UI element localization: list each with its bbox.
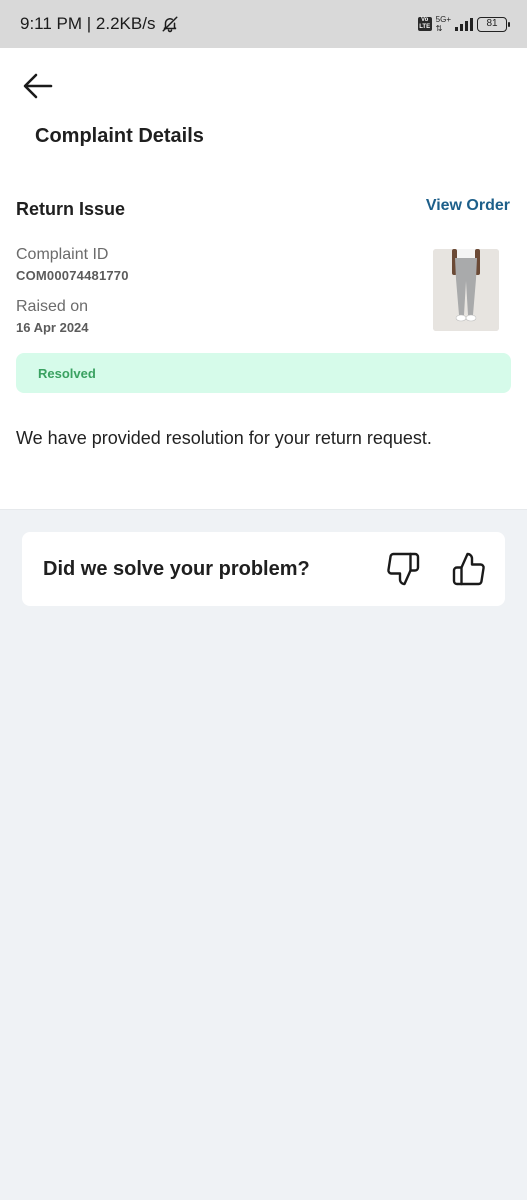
complaint-id-label: Complaint ID (16, 246, 109, 263)
status-time-network: 9:11 PM | 2.2KB/s (20, 14, 156, 33)
complaint-id-value: COM00074481770 (16, 268, 129, 283)
page-title: Complaint Details (35, 125, 204, 147)
data-arrows-icon: ⇅ (435, 24, 443, 33)
thumbs-up-icon (452, 552, 485, 586)
thumbs-up-button[interactable] (449, 549, 489, 589)
complaint-panel: Complaint Details Return Issue View Orde… (0, 48, 527, 510)
battery-indicator: 81 (477, 16, 510, 32)
raised-on-label: Raised on (16, 298, 89, 315)
arrow-left-icon (23, 73, 53, 99)
signal-strength-icon (455, 17, 473, 31)
feedback-question: Did we solve your problem? (43, 557, 310, 580)
issue-title: Return Issue (16, 199, 126, 219)
thumbs-down-icon (387, 552, 420, 586)
product-image[interactable] (433, 249, 499, 331)
thumbs-down-button[interactable] (383, 549, 423, 589)
volte-badge: Vo LTE (417, 17, 432, 31)
resolution-message: We have provided resolution for your ret… (16, 428, 432, 448)
feedback-card: Did we solve your problem? (22, 532, 505, 606)
network-indicator: 5G+ ⇅ (436, 15, 451, 33)
status-left: 9:11 PM | 2.2KB/s (20, 14, 179, 34)
status-bar: 9:11 PM | 2.2KB/s Vo LTE 5G+ ⇅ 81 (0, 0, 527, 48)
network-type: 5G+ (435, 15, 451, 24)
feedback-actions (383, 549, 489, 589)
back-button[interactable] (20, 70, 56, 102)
bell-off-icon (161, 15, 179, 33)
raised-on-value: 16 Apr 2024 (16, 320, 89, 335)
view-order-link[interactable]: View Order (426, 197, 510, 215)
status-badge: Resolved (16, 353, 511, 393)
status-right: Vo LTE 5G+ ⇅ 81 (417, 15, 510, 33)
